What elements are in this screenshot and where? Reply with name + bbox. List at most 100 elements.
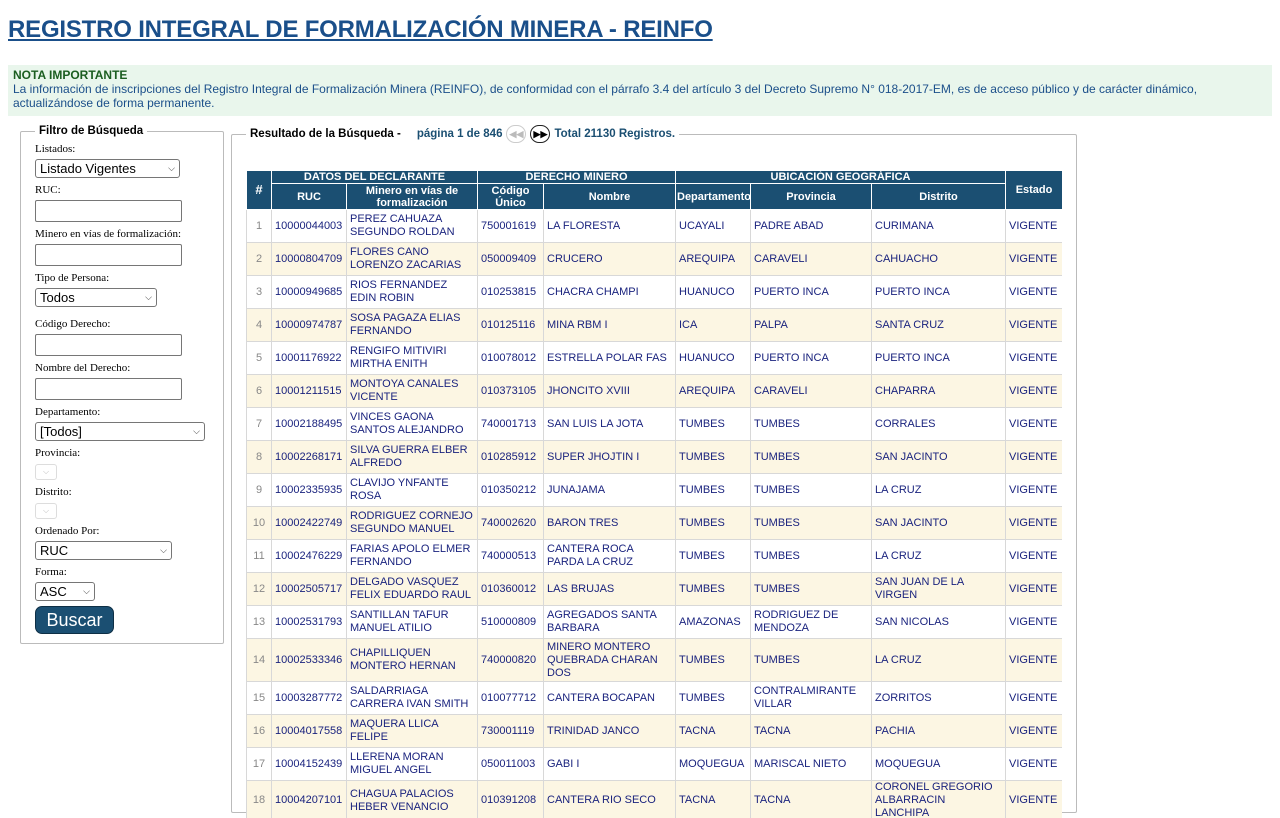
table-row: 8 10002268171 SILVA GUERRA ELBER ALFREDO 01… xyxy=(246,440,1062,474)
row-provincia: TUMBES xyxy=(750,407,872,441)
minero-input[interactable] xyxy=(35,244,182,266)
next-page-icon[interactable]: ▶▶ xyxy=(530,125,551,143)
forma-value: ASC xyxy=(40,584,67,599)
row-nombre: CANTERA RIO SECO xyxy=(543,780,676,818)
row-nombre: MINA RBM I xyxy=(543,308,676,342)
table-row: 3 10000949685 RIOS FERNANDEZ EDIN ROBIN 010… xyxy=(246,275,1062,309)
table-row: 16 10004017558 MAQUERA LLICA FELIPE 7300011… xyxy=(246,714,1062,748)
table-row: 1 10000044003 PEREZ CAHUAZA SEGUNDO ROLDAN… xyxy=(246,209,1062,243)
ruc-input[interactable] xyxy=(35,200,182,222)
row-distrito: SAN JACINTO xyxy=(870,440,1007,474)
row-codigo: 010360012 xyxy=(477,572,544,606)
col-num-header: # xyxy=(246,170,272,210)
row-minero: SALDARRIAGA CARRERA IVAN SMITH xyxy=(346,681,478,715)
filter-legend: Filtro de Búsqueda xyxy=(39,125,144,137)
col-nombre-header: Nombre xyxy=(543,183,676,210)
table-row: 11 10002476229 FARIAS APOLO ELMER FERNANDO… xyxy=(246,539,1062,573)
provincia-select[interactable]: ⌵ xyxy=(35,464,57,480)
row-ruc: 10002531793 xyxy=(271,605,347,639)
row-ruc: 10002505717 xyxy=(271,572,347,606)
col-minero-header: Minero en vías de formalización xyxy=(346,183,478,210)
row-nombre: CRUCERO xyxy=(543,242,676,276)
forma-select[interactable]: ASC ⌵ xyxy=(35,582,95,601)
row-ruc: 10004207101 xyxy=(271,780,347,818)
distrito-select[interactable]: ⌵ xyxy=(35,503,57,519)
row-estado: VIGENTE xyxy=(1005,605,1062,639)
codigo-derecho-label: Código Derecho: xyxy=(35,318,111,330)
row-nombre: SAN LUIS LA JOTA xyxy=(543,407,676,441)
listados-select[interactable]: Listado Vigentes ⌵ xyxy=(35,159,180,178)
results-table: # DATOS DEL DECLARANTE DERECHO MINERO UB… xyxy=(246,170,1062,818)
row-departamento: HUANUCO xyxy=(675,341,751,375)
row-number: 5 xyxy=(246,341,272,375)
total-records: Total 21130 Registros. xyxy=(554,128,676,140)
row-estado: VIGENTE xyxy=(1005,407,1062,441)
row-distrito: LA CRUZ xyxy=(870,539,1007,573)
row-distrito: SAN JACINTO xyxy=(870,506,1007,540)
group-derecho-header: DERECHO MINERO xyxy=(477,170,676,184)
row-distrito: SANTA CRUZ xyxy=(870,308,1007,342)
row-codigo: 010285912 xyxy=(477,440,544,474)
row-minero: PEREZ CAHUAZA SEGUNDO ROLDAN xyxy=(346,209,478,243)
row-ruc: 10001211515 xyxy=(271,374,347,408)
row-provincia: TUMBES xyxy=(750,473,872,507)
row-nombre: LA FLORESTA xyxy=(543,209,676,243)
row-number: 6 xyxy=(246,374,272,408)
results-table-container[interactable]: # DATOS DEL DECLARANTE DERECHO MINERO UB… xyxy=(246,170,1062,818)
departamento-value: [Todos] xyxy=(40,424,82,439)
row-minero: VINCES GAONA SANTOS ALEJANDRO xyxy=(346,407,478,441)
row-codigo: 010077712 xyxy=(477,681,544,715)
row-departamento: TUMBES xyxy=(675,572,751,606)
row-departamento: TUMBES xyxy=(675,440,751,474)
row-number: 4 xyxy=(246,308,272,342)
ordenado-select[interactable]: RUC ⌵ xyxy=(35,541,172,560)
table-row: 9 10002335935 CLAVIJO YNFANTE ROSA 01035021… xyxy=(246,473,1062,507)
row-minero: RIOS FERNANDEZ EDIN ROBIN xyxy=(346,275,478,309)
row-distrito: CURIMANA xyxy=(870,209,1007,243)
row-distrito: MOQUEGUA xyxy=(870,747,1007,781)
codigo-derecho-input[interactable] xyxy=(35,334,182,356)
table-row: 13 10002531793 SANTILLAN TAFUR MANUEL ATIL… xyxy=(246,605,1062,639)
row-distrito: PUERTO INCA xyxy=(870,275,1007,309)
row-distrito: LA CRUZ xyxy=(870,638,1007,682)
row-number: 2 xyxy=(246,242,272,276)
previous-page-icon[interactable]: ◀◀ xyxy=(506,125,527,143)
col-ruc-header: RUC xyxy=(271,183,347,210)
row-ruc: 10002422749 xyxy=(271,506,347,540)
row-codigo: 010253815 xyxy=(477,275,544,309)
row-number: 12 xyxy=(246,572,272,606)
row-number: 9 xyxy=(246,473,272,507)
table-row: 12 10002505717 DELGADO VASQUEZ FELIX EDUAR… xyxy=(246,572,1062,606)
row-codigo: 510000809 xyxy=(477,605,544,639)
row-number: 8 xyxy=(246,440,272,474)
row-number: 1 xyxy=(246,209,272,243)
row-number: 18 xyxy=(246,780,272,818)
table-row: 15 10003287772 SALDARRIAGA CARRERA IVAN SM… xyxy=(246,681,1062,715)
row-provincia: TUMBES xyxy=(750,440,872,474)
row-distrito: LA CRUZ xyxy=(870,473,1007,507)
row-nombre: AGREGADOS SANTA BARBARA xyxy=(543,605,676,639)
departamento-select[interactable]: [Todos] ⌵ xyxy=(35,422,205,441)
row-provincia: TUMBES xyxy=(750,638,872,682)
row-ruc: 10001176922 xyxy=(271,341,347,375)
row-provincia: TUMBES xyxy=(750,539,872,573)
chevron-down-icon: ⌵ xyxy=(145,292,152,302)
row-estado: VIGENTE xyxy=(1005,374,1062,408)
col-estado-header: Estado xyxy=(1005,170,1062,210)
row-departamento: TACNA xyxy=(675,714,751,748)
tipo-persona-select[interactable]: Todos ⌵ xyxy=(35,288,157,307)
row-provincia: TACNA xyxy=(750,714,872,748)
pagination-text: página 1 de 846 xyxy=(416,128,503,140)
row-departamento: TUMBES xyxy=(675,681,751,715)
buscar-button[interactable]: Buscar xyxy=(35,606,114,634)
row-estado: VIGENTE xyxy=(1005,572,1062,606)
row-departamento: AMAZONAS xyxy=(675,605,751,639)
row-ruc: 10002476229 xyxy=(271,539,347,573)
row-departamento: AREQUIPA xyxy=(675,242,751,276)
row-departamento: TUMBES xyxy=(675,638,751,682)
row-provincia: TUMBES xyxy=(750,572,872,606)
nombre-derecho-input[interactable] xyxy=(35,378,182,400)
row-nombre: GABI I xyxy=(543,747,676,781)
page-title: REGISTRO INTEGRAL DE FORMALIZACIÓN MINER… xyxy=(8,16,713,43)
row-departamento: TUMBES xyxy=(675,407,751,441)
